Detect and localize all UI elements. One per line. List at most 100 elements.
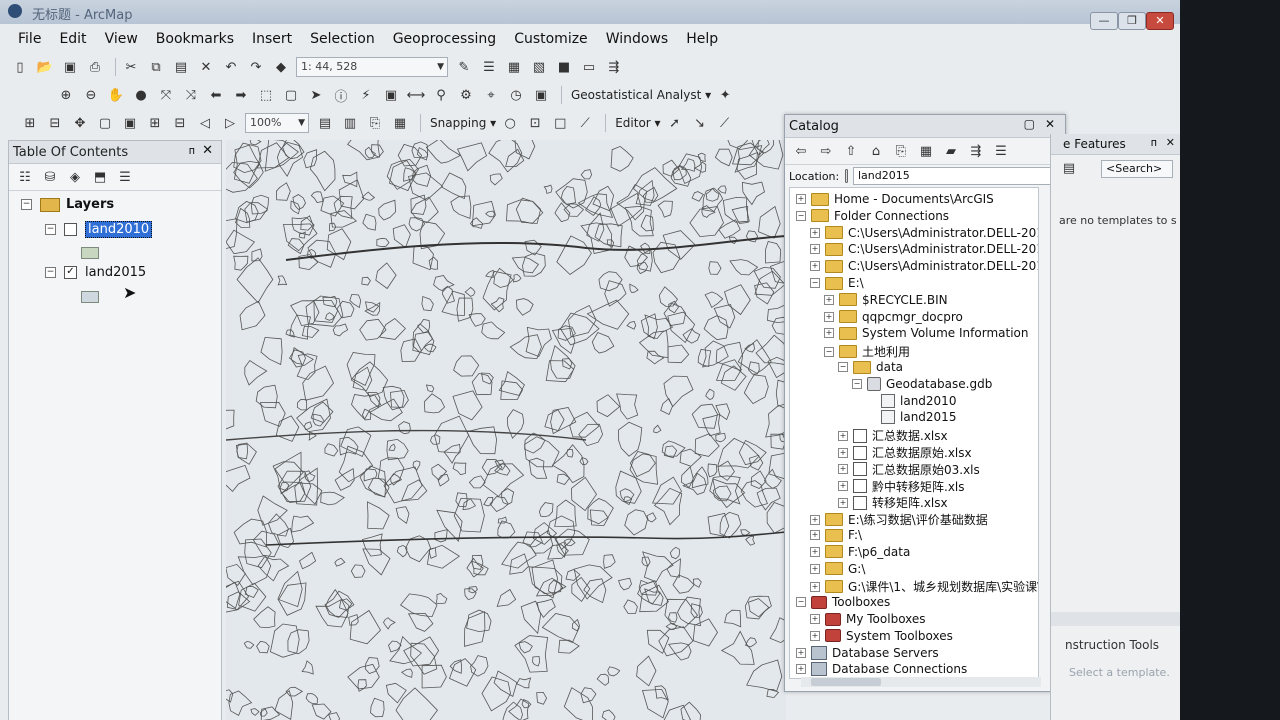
catalog-tree-node[interactable]: + Database Servers [796, 645, 939, 660]
identify-icon[interactable]: ⓘ [331, 85, 351, 105]
viewer-window-icon[interactable]: ▣ [531, 85, 551, 105]
catalog-tree-node[interactable]: + 汇总数据.xlsx [838, 427, 948, 444]
expand-icon[interactable]: + [796, 647, 806, 658]
geostatistical-analyst-menu[interactable]: Geostatistical Analyst ▾ [571, 88, 711, 102]
list-by-source-icon[interactable]: ⛁ [40, 167, 60, 187]
menu-view[interactable]: View [105, 31, 138, 47]
layer-visibility-checkbox[interactable] [64, 223, 77, 236]
collapse-icon[interactable]: − [810, 278, 820, 288]
catalog-tree-node[interactable]: + qqpcmgr_docpro [824, 310, 963, 324]
fill-swatch[interactable] [81, 247, 99, 259]
search-window-icon[interactable]: ▧ [529, 57, 549, 77]
catalog-tree-node[interactable]: − Geodatabase.gdb [852, 376, 992, 391]
catalog-tree-node[interactable]: − data [838, 360, 903, 374]
select-elements-icon[interactable]: ➤ [306, 85, 326, 105]
catalog-tree-node[interactable]: + My Toolboxes [810, 612, 926, 626]
expand-icon[interactable]: + [824, 311, 834, 322]
geostat-wizard-icon[interactable]: ✦ [715, 85, 735, 105]
fixed-zoom-out-icon[interactable]: ⤨ [181, 85, 201, 105]
zoom-in-icon[interactable]: ⊕ [56, 85, 76, 105]
expand-icon[interactable]: + [824, 328, 834, 339]
pin-icon[interactable]: ᴨ [1151, 136, 1157, 149]
expand-icon[interactable]: + [810, 546, 820, 557]
catalog-tree-node[interactable]: + System Toolboxes [810, 629, 953, 643]
back-arrow-icon[interactable]: ⬅ [206, 85, 226, 105]
delete-icon[interactable]: ✕ [196, 57, 216, 77]
edit-tool-icon[interactable]: ➚ [665, 113, 685, 133]
catalog-tree-node[interactable]: + 转移矩阵.xlsx [838, 494, 948, 511]
catalog-horizontal-scrollbar[interactable] [801, 677, 1041, 687]
catalog-tree-node[interactable]: + F:\p6_data [810, 545, 910, 559]
menu-insert[interactable]: Insert [252, 31, 292, 47]
expand-icon[interactable]: + [838, 430, 848, 441]
editor-toolbar-icon[interactable]: ✎ [454, 57, 474, 77]
save-icon[interactable]: ▣ [60, 57, 80, 77]
location-combo[interactable]: land2015 ▼ [853, 167, 1065, 185]
new-folder-icon[interactable]: ▰ [941, 141, 961, 161]
catalog-tree-node[interactable]: + C:\Users\Administrator.DELL-2017 [810, 226, 1038, 240]
select-features-icon[interactable]: ⬚ [256, 85, 276, 105]
layer-row-land2010[interactable]: − land2010 [45, 221, 153, 238]
layout-zoom-in-icon[interactable]: ⊞ [20, 113, 40, 133]
edge-snapping-icon[interactable]: ⟋ [575, 113, 595, 133]
snapping-menu[interactable]: Snapping ▾ [430, 116, 496, 130]
zoom-whole-page-icon[interactable]: ▢ [95, 113, 115, 133]
menu-file[interactable]: File [18, 31, 41, 47]
menu-bookmarks[interactable]: Bookmarks [156, 31, 234, 47]
layer-name[interactable]: land2015 [85, 265, 146, 280]
layer-symbol-land2010[interactable] [81, 247, 99, 259]
route-icon[interactable]: ⚙ [456, 85, 476, 105]
expand-icon[interactable]: + [838, 447, 848, 458]
catalog-tree-node[interactable]: land2015 [866, 410, 956, 425]
time-slider-icon[interactable]: ◷ [506, 85, 526, 105]
collapse-icon[interactable]: − [21, 199, 32, 210]
back-arrow-icon[interactable]: ⇦ [791, 141, 811, 161]
redo-icon[interactable]: ↷ [246, 57, 266, 77]
layer-name[interactable]: land2010 [85, 221, 153, 238]
collapse-icon[interactable]: − [852, 378, 862, 389]
zoom-out-icon[interactable]: ⊖ [81, 85, 101, 105]
print-icon[interactable]: ⎙ [85, 57, 105, 77]
fixed-zoom-out-page-icon[interactable]: ⊟ [170, 113, 190, 133]
maximize-icon[interactable]: ▢ [1024, 117, 1035, 131]
catalog-tree-node[interactable]: + 汇总数据原始03.xls [838, 461, 980, 478]
up-one-level-icon[interactable]: ⇧ [841, 141, 861, 161]
expand-icon[interactable]: + [810, 244, 820, 255]
connect-folder-icon[interactable]: ⎘ [891, 141, 911, 161]
add-data-icon[interactable]: ◆ [271, 57, 291, 77]
go-to-xy-icon[interactable]: ⌖ [481, 85, 501, 105]
toggle-draft-mode-icon[interactable]: ▤ [315, 113, 335, 133]
catalog-tree-node[interactable]: + G:\ [810, 562, 865, 576]
clear-selection-icon[interactable]: ▢ [281, 85, 301, 105]
expand-icon[interactable]: + [810, 630, 820, 641]
forward-arrow-icon[interactable]: ➡ [231, 85, 251, 105]
straight-segment-icon[interactable]: ⟋ [715, 113, 735, 133]
catalog-tree-node[interactable]: + Database Connections [796, 662, 967, 677]
new-document-icon[interactable]: ▯ [10, 57, 30, 77]
table-of-contents-icon[interactable]: ☰ [479, 57, 499, 77]
organize-templates-icon[interactable]: ▤ [1059, 158, 1079, 178]
copy-icon[interactable]: ⧉ [146, 57, 166, 77]
list-by-visibility-icon[interactable]: ◈ [65, 167, 85, 187]
toc-options-icon[interactable]: ☰ [115, 167, 135, 187]
expand-icon[interactable]: + [810, 261, 820, 272]
expand-icon[interactable]: + [838, 497, 848, 508]
expand-icon[interactable]: + [810, 563, 820, 574]
expand-icon[interactable]: + [810, 514, 820, 525]
catalog-tree-node[interactable]: + C:\Users\Administrator.DELL-2017 [810, 259, 1038, 273]
hyperlink-icon[interactable]: ⚡ [356, 85, 376, 105]
measure-icon[interactable]: ⟷ [406, 85, 426, 105]
change-layout-icon[interactable]: ⎘ [365, 113, 385, 133]
map-canvas[interactable] [226, 140, 786, 720]
layout-zoom-out-icon[interactable]: ⊟ [45, 113, 65, 133]
arctoolbox-icon[interactable]: ■ [554, 57, 574, 77]
list-by-selection-icon[interactable]: ⬒ [90, 167, 110, 187]
edit-annotation-icon[interactable]: ↘ [690, 113, 710, 133]
catalog-window-icon[interactable]: ▦ [504, 57, 524, 77]
list-by-drawing-order-icon[interactable]: ☷ [15, 167, 35, 187]
collapse-icon[interactable]: − [824, 346, 834, 357]
collapse-icon[interactable]: − [45, 224, 56, 235]
catalog-tree-node[interactable]: land2010 [866, 393, 956, 408]
catalog-tree-node[interactable]: − Toolboxes [796, 595, 890, 609]
menu-edit[interactable]: Edit [59, 31, 86, 47]
